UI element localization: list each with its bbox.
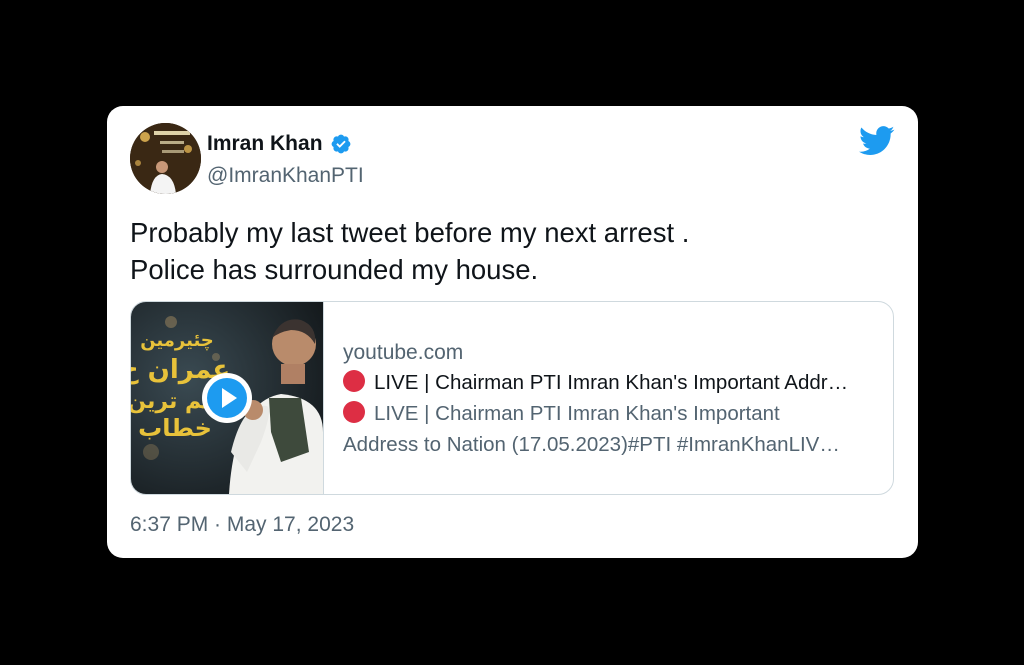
video-thumbnail[interactable]: چئیرمین عمران خ اہم ترین خطاب [131, 302, 323, 494]
author-name[interactable]: Imran Khan [207, 132, 323, 156]
tweet-text: Probably my last tweet before my next ar… [130, 214, 689, 288]
link-preview-card[interactable]: چئیرمین عمران خ اہم ترین خطاب youtube.co… [130, 301, 894, 495]
link-desc-line-1: LIVE | Chairman PTI Imran Khan's Importa… [374, 402, 780, 425]
red-circle-icon [343, 401, 365, 423]
link-title-text: LIVE | Chairman PTI Imran Khan's Importa… [374, 371, 849, 394]
thumbnail-text-1: چئیرمین [140, 330, 214, 351]
tweet-timestamp[interactable]: 6:37 PM · May 17, 2023 [130, 513, 354, 537]
tweet-card[interactable]: Imran Khan @ImranKhanPTI Probably my las… [107, 106, 918, 558]
link-title: LIVE | Chairman PTI Imran Khan's Importa… [343, 368, 883, 398]
link-desc-line-2: Address to Nation (17.05.2023)#PTI #Imra… [343, 433, 840, 456]
red-circle-icon [343, 370, 365, 392]
tweet-line-2: Police has surrounded my house. [130, 254, 539, 285]
link-preview-body[interactable]: youtube.com LIVE | Chairman PTI Imran Kh… [323, 302, 893, 494]
play-icon[interactable] [201, 372, 253, 424]
twitter-bird-icon[interactable] [859, 126, 895, 156]
verified-badge-icon [331, 134, 350, 154]
link-description: LIVE | Chairman PTI Imran Khan's Importa… [343, 398, 883, 460]
tweet-line-1: Probably my last tweet before my next ar… [130, 217, 690, 248]
link-domain: youtube.com [343, 341, 464, 364]
author-handle[interactable]: @ImranKhanPTI [207, 164, 364, 188]
avatar[interactable] [130, 123, 201, 194]
